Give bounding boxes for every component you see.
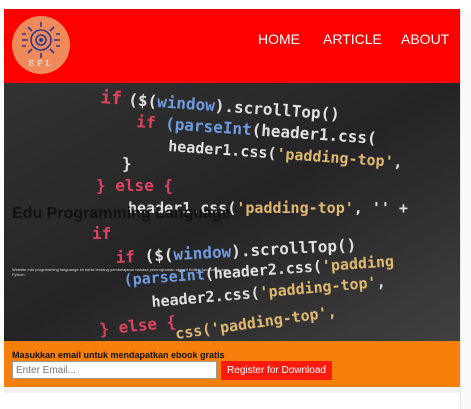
logo-text: EPL	[28, 59, 54, 68]
vertical-scrollbar[interactable]	[460, 9, 471, 409]
content-area	[4, 393, 460, 409]
top-navbar: EPL HOME ARTICLE ABOUT	[4, 9, 460, 83]
hero-title: Edu Programming Language	[12, 205, 231, 222]
hero-description: Website edu programming languange ini be…	[12, 267, 228, 277]
nav-home-link[interactable]: HOME	[258, 31, 300, 47]
signup-label: Masukkan email untuk mendapatkan ebook g…	[12, 350, 225, 360]
nav-about-link[interactable]: ABOUT	[401, 31, 449, 47]
nav-article-link[interactable]: ARTICLE	[323, 31, 382, 47]
email-signup-bar: Masukkan email untuk mendapatkan ebook g…	[4, 341, 460, 387]
register-download-button[interactable]: Register for Download	[221, 361, 332, 380]
email-field[interactable]	[12, 361, 217, 379]
hero-banner: if ($(window).scrollTop() if (parseInt(h…	[4, 83, 460, 341]
page: EPL HOME ARTICLE ABOUT if ($(window).scr…	[4, 9, 460, 409]
epl-logo[interactable]: EPL	[12, 16, 70, 74]
